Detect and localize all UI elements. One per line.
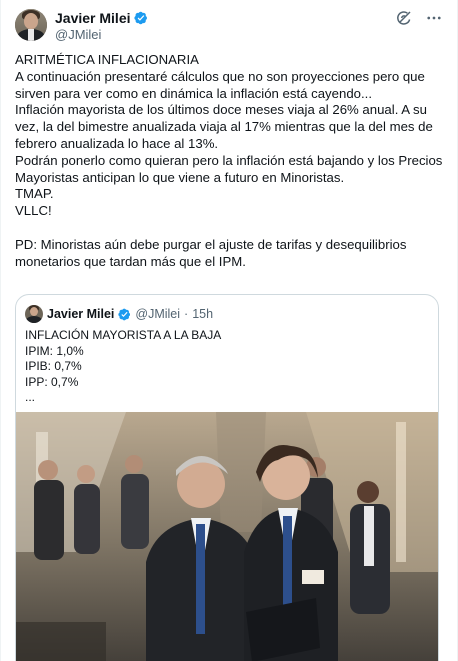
tweet-line: Inflación mayorista de los últimos doce … bbox=[15, 102, 427, 118]
tweet-line: sirven para ver como en dinámica la infl… bbox=[15, 85, 372, 101]
tweet-line: TMAP. bbox=[15, 186, 54, 202]
verified-badge-icon bbox=[133, 11, 147, 24]
photo-scene bbox=[16, 412, 438, 661]
tweet-line: monetarios que tardan más que el IPM. bbox=[15, 253, 246, 269]
quoted-tweet-body: INFLACIÓN MAYORISTA A LA BAJA IPIM: 1,0%… bbox=[25, 328, 221, 406]
more-options-icon[interactable] bbox=[425, 9, 443, 27]
tweet-header: Javier Milei @JMilei bbox=[15, 9, 443, 43]
grok-icon[interactable] bbox=[395, 9, 413, 27]
quoted-tweet-time: 15h bbox=[192, 307, 214, 321]
verified-badge-icon bbox=[118, 308, 131, 320]
quoted-tweet-header: Javier Milei @JMilei · 15h bbox=[25, 305, 213, 323]
quoted-line: IPP: 0,7% bbox=[25, 374, 79, 389]
tweet-line: Podrán ponerlo como quieran pero la infl… bbox=[15, 152, 443, 168]
quoted-author-handle: @JMilei bbox=[135, 307, 181, 321]
quoted-tweet[interactable]: Javier Milei @JMilei · 15h INFLACIÓN MAY… bbox=[15, 294, 439, 661]
author-display-name[interactable]: Javier Milei bbox=[55, 10, 131, 26]
tweet-body: ARITMÉTICA INFLACIONARIA A continuación … bbox=[15, 52, 445, 270]
tweet-line: febrero anualizada lo hace al 13%. bbox=[15, 135, 219, 151]
author-info: Javier Milei @JMilei bbox=[55, 9, 148, 42]
quoted-author-display-name: Javier Milei bbox=[47, 307, 115, 321]
tweet-line: PD: Minoristas aún debe purgar el ajuste… bbox=[15, 236, 407, 252]
tweet-line: ARITMÉTICA INFLACIONARIA bbox=[15, 52, 199, 67]
quoted-line: IPIM: 1,0% bbox=[25, 343, 84, 358]
tweet-line: VLLC! bbox=[15, 203, 52, 219]
tweet-line: vez, la del bimestre anualizada viaja al… bbox=[15, 119, 433, 135]
quoted-line: IPIB: 0,7% bbox=[25, 359, 82, 374]
tweet-line: A continuación presentaré cálculos que n… bbox=[15, 68, 425, 84]
quoted-tweet-photo[interactable] bbox=[16, 412, 438, 661]
author-avatar[interactable] bbox=[15, 9, 47, 41]
quoted-author-avatar bbox=[25, 305, 43, 323]
author-handle[interactable]: @JMilei bbox=[55, 27, 148, 42]
tweet-card: Javier Milei @JMilei ARITMÉTICA INFLACIO… bbox=[0, 0, 458, 661]
quoted-line: INFLACIÓN MAYORISTA A LA BAJA bbox=[25, 328, 222, 342]
separator-dot: · bbox=[184, 307, 189, 321]
tweet-line: Mayoristas anticipan lo que viene a futu… bbox=[15, 169, 345, 185]
quoted-line: ... bbox=[25, 390, 36, 405]
